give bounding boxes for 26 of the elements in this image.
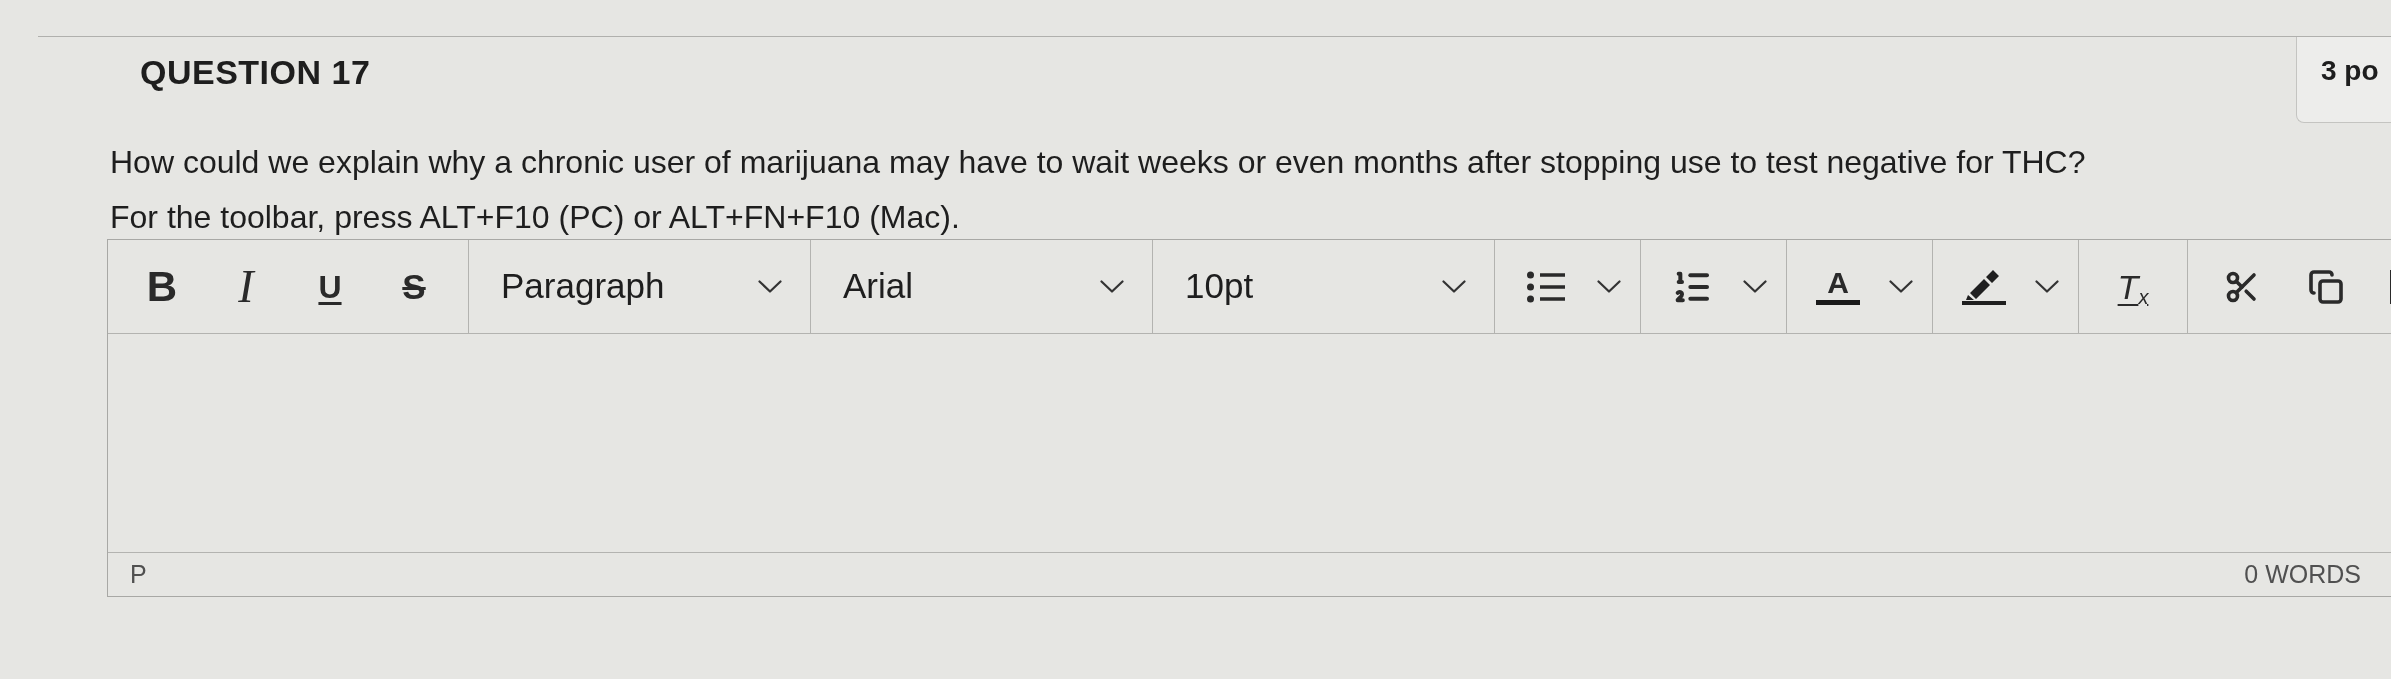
caret-icon	[1889, 280, 1913, 293]
word-count[interactable]: 0 WORDS	[2244, 555, 2361, 594]
bold-button[interactable]: B	[120, 256, 204, 317]
caret-icon	[2035, 280, 2059, 293]
element-path[interactable]: P	[130, 555, 147, 594]
question-text: How could we explain why a chronic user of marijuana may have to wait weeks or even months after stopping use to test negative for THC?	[110, 144, 2087, 180]
text-color-button[interactable]: A	[1787, 256, 1932, 317]
clear-formatting-button[interactable]: T$_{x}$	[2091, 256, 2175, 317]
caret-icon	[1442, 280, 1466, 293]
caret-icon	[1100, 280, 1124, 293]
color-bar-icon	[1816, 300, 1860, 305]
dropdown-select[interactable]: 10pt	[1153, 256, 1494, 317]
toolbar-hint: For the toolbar, press ALT+F10 (PC) or ALT+FN+F10 (Mac).	[110, 199, 961, 235]
strikethrough-button[interactable]: S	[372, 256, 456, 317]
question-title: QUESTION 17	[140, 52, 371, 92]
caret-icon	[1743, 280, 1767, 293]
italic-button[interactable]: I	[204, 256, 288, 317]
caret-icon	[1597, 280, 1621, 293]
dropdown-select[interactable]: Arial	[811, 256, 1152, 317]
points-label: 3 po	[2296, 37, 2391, 123]
bulleted-list-icon	[1527, 270, 1565, 303]
underline-button[interactable]: U	[288, 256, 372, 317]
dropdown-select[interactable]: Paragraph	[469, 256, 810, 317]
marker-icon	[1962, 268, 2006, 305]
caret-icon	[758, 280, 782, 293]
copy-icon	[2308, 268, 2344, 305]
